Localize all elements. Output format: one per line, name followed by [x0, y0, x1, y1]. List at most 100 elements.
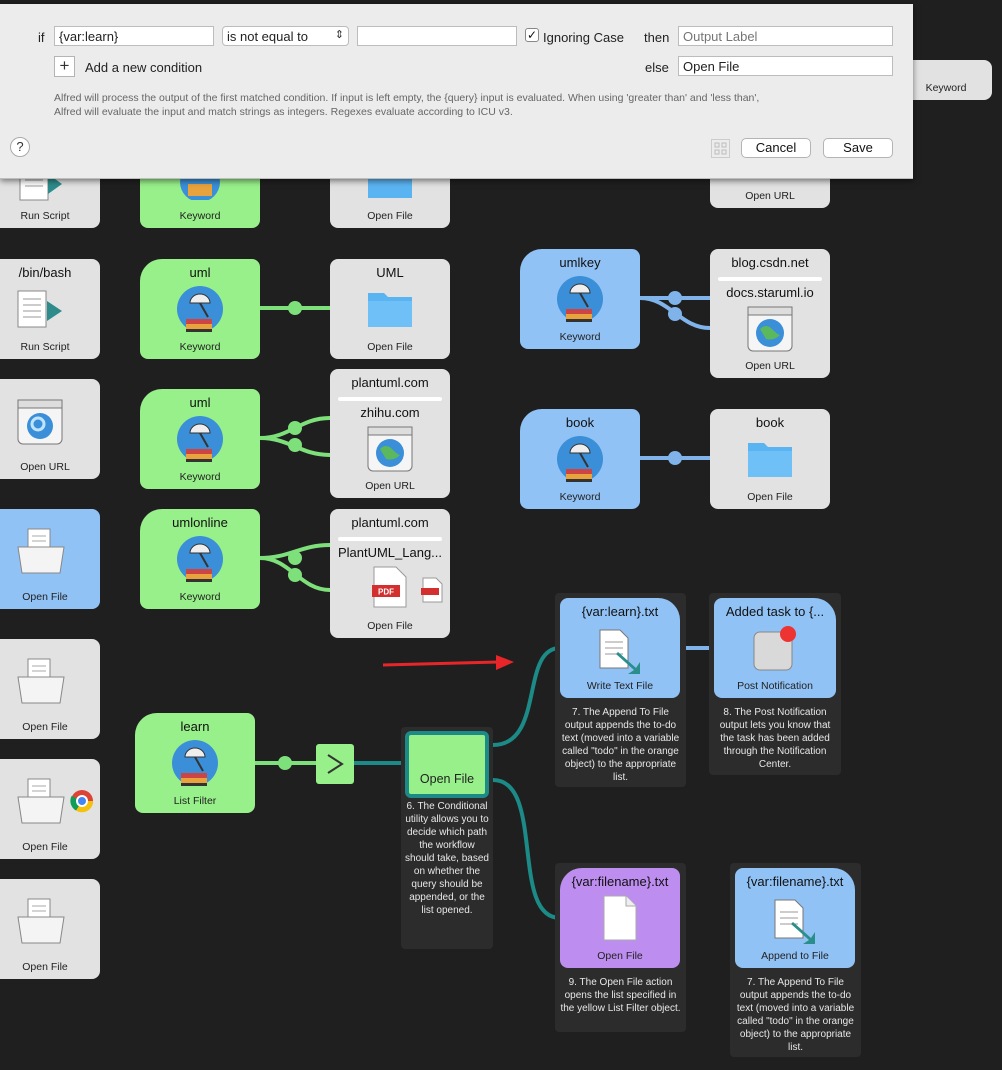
- node-label: Open URL: [745, 360, 795, 372]
- grid-layout-icon[interactable]: [711, 139, 730, 158]
- keyword-node-top-right[interactable]: Keyword: [900, 60, 992, 100]
- arg-vars-utility[interactable]: [316, 744, 354, 784]
- if-label: if: [38, 30, 45, 45]
- node-title: umlkey: [559, 255, 601, 270]
- node-label: Keyword: [559, 491, 601, 503]
- save-button[interactable]: Save: [823, 138, 893, 158]
- pdf-icon: [421, 577, 443, 603]
- node-title: Added task to {...: [725, 604, 825, 619]
- else-label: else: [645, 60, 669, 75]
- svg-text:PDF: PDF: [378, 588, 394, 597]
- node-label: Open File: [22, 961, 68, 973]
- stack-divider: [338, 397, 442, 401]
- open-url-node-blog[interactable]: blog.csdn.net docs.staruml.io Open URL: [710, 249, 830, 378]
- lamp-icon: [172, 740, 218, 786]
- node-title: plantuml.com: [351, 515, 429, 530]
- open-file-node-4[interactable]: Open File: [0, 879, 100, 979]
- output-label-input[interactable]: [678, 26, 893, 46]
- stack-divider: [718, 277, 822, 281]
- operator-select-value: is not equal to: [227, 29, 308, 44]
- open-file-node-book[interactable]: book Open File: [710, 409, 830, 509]
- node-title: plantuml.com: [351, 375, 429, 390]
- keyword-node-umlkey[interactable]: umlkey Keyword: [520, 249, 640, 349]
- open-url-node-left[interactable]: Open URL: [0, 379, 100, 479]
- list-filter-node[interactable]: learn List Filter: [135, 713, 255, 813]
- document-icon: [603, 895, 637, 941]
- node-title: book: [565, 415, 595, 430]
- open-file-node-plantuml[interactable]: plantuml.com PlantUML_Lang... PDF Open F…: [330, 509, 450, 638]
- cancel-button[interactable]: Cancel: [741, 138, 811, 158]
- notification-icon: [753, 626, 796, 671]
- post-notification-node[interactable]: Added task to {... Post Notification: [714, 598, 836, 698]
- node-title: UML: [376, 265, 404, 280]
- node-label: Open File: [597, 950, 643, 962]
- compare-input[interactable]: [357, 26, 517, 46]
- script-icon: [17, 290, 62, 328]
- keyword-node-book[interactable]: book Keyword: [520, 409, 640, 509]
- node-title: uml: [189, 395, 211, 410]
- node-label: Append to File: [761, 950, 829, 962]
- node-label: Open File: [419, 772, 475, 786]
- lamp-icon: [557, 436, 603, 482]
- stack-divider: [338, 537, 442, 541]
- folder-icon: [17, 778, 65, 824]
- append-to-file-node[interactable]: {var:filename}.txt Append to File: [735, 868, 855, 968]
- keyword-node-uml-2[interactable]: uml Keyword: [140, 389, 260, 489]
- open-file-purple-node[interactable]: {var:filename}.txt Open File: [560, 868, 680, 968]
- help-text: Alfred will process the output of the fi…: [54, 91, 904, 119]
- node-label: Open File: [22, 721, 68, 733]
- node-label: Open URL: [745, 190, 795, 202]
- node-label: Open URL: [365, 480, 415, 492]
- open-file-node-2[interactable]: Open File: [0, 639, 100, 739]
- keyword-node-umlonline[interactable]: umlonline Keyword: [140, 509, 260, 609]
- url-globe-icon: [747, 306, 793, 352]
- note-text: 7. The Append To File output appends the…: [561, 707, 680, 783]
- folder-icon: [368, 293, 412, 327]
- help-button[interactable]: ?: [10, 137, 30, 157]
- then-label: then: [644, 30, 670, 45]
- node-label: Keyword: [925, 82, 967, 94]
- open-file-node-uml[interactable]: UML Open File: [330, 259, 450, 359]
- node-label: Write Text File: [586, 680, 654, 692]
- note-text: 8. The Post Notification output lets you…: [719, 707, 831, 770]
- run-script-node-2[interactable]: /bin/bash Run Script: [0, 259, 100, 359]
- chrome-icon: [70, 790, 94, 813]
- grid-icon: [714, 142, 727, 155]
- open-file-node-selected[interactable]: Open File: [0, 509, 100, 609]
- node-label: Keyword: [559, 331, 601, 343]
- conditional-dialog: if is not equal to ⇕ ✓ Ignoring Case the…: [0, 4, 913, 179]
- ignoring-case-checkbox[interactable]: ✓: [525, 28, 539, 42]
- chevron-right-icon: [327, 754, 344, 774]
- node-label: Open File: [367, 210, 413, 222]
- node-label: List Filter: [173, 795, 217, 807]
- node-title-secondary: docs.staruml.io: [726, 285, 814, 300]
- node-title-secondary: PlantUML_Lang...: [337, 545, 443, 560]
- node-title: {var:learn}.txt: [581, 604, 659, 619]
- node-label: Post Notification: [737, 680, 813, 692]
- node-title: {var:filename}.txt: [746, 874, 844, 889]
- lamp-icon: [557, 276, 603, 322]
- else-output-input[interactable]: [678, 56, 893, 76]
- node-label: Run Script: [20, 210, 70, 222]
- node-label: Open File: [22, 841, 68, 853]
- node-title: umlonline: [172, 515, 228, 530]
- open-file-node-3[interactable]: Open File: [0, 759, 100, 859]
- note-text: 9. The Open File action opens the list s…: [560, 977, 681, 1014]
- node-label: Open File: [367, 341, 413, 353]
- operator-select[interactable]: is not equal to ⇕: [222, 26, 349, 46]
- node-title: {var:filename}.txt: [571, 874, 669, 889]
- keyword-node-uml-1[interactable]: uml Keyword: [140, 259, 260, 359]
- node-label: Open File: [367, 620, 413, 632]
- folder-icon: [17, 528, 65, 574]
- write-text-file-node[interactable]: {var:learn}.txt Write Text File: [560, 598, 680, 698]
- node-label: Keyword: [179, 210, 221, 222]
- open-url-node-plantuml[interactable]: plantuml.com zhihu.com Open URL: [330, 369, 450, 498]
- node-label: Open File: [22, 591, 68, 603]
- node-label: Run Script: [20, 341, 70, 353]
- url-globe-icon: [367, 426, 413, 472]
- lamp-icon: [177, 286, 223, 332]
- add-condition-label: Add a new condition: [85, 60, 203, 75]
- conditional-node[interactable]: Open File: [405, 731, 489, 798]
- add-condition-button[interactable]: +: [54, 56, 75, 77]
- variable-input[interactable]: [54, 26, 214, 46]
